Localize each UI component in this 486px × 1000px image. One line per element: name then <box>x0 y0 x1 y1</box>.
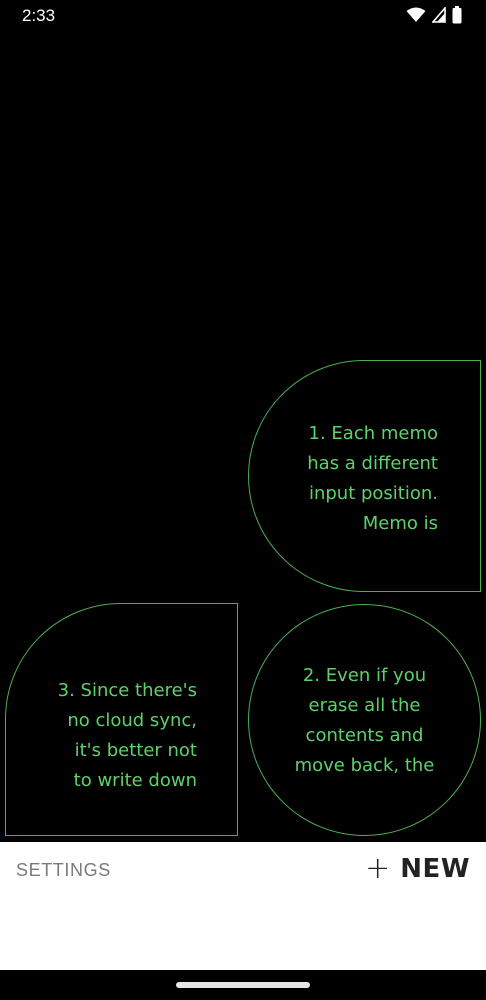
memo-card-1[interactable]: 1. Each memo has a different input posit… <box>248 360 481 592</box>
app-screen: 2:33 1. Each memo has a different input … <box>0 0 486 1000</box>
memo-text: 1. Each memo has a different input posit… <box>307 423 438 534</box>
settings-button[interactable]: SETTINGS <box>16 860 111 881</box>
memo-card-3[interactable]: 3. Since there's no cloud sync, it's bet… <box>5 603 238 836</box>
home-indicator[interactable] <box>176 982 310 988</box>
bottom-panel: SETTINGS + NEW <box>0 842 486 970</box>
new-label: NEW <box>400 854 470 884</box>
memo-card-2[interactable]: 2. Even if you erase all the contents an… <box>248 604 481 836</box>
status-time: 2:33 <box>22 6 56 25</box>
battery-icon <box>452 6 462 24</box>
new-memo-button[interactable]: + NEW <box>365 851 470 886</box>
wifi-icon <box>406 7 426 23</box>
memo-text: 2. Even if you erase all the contents an… <box>294 665 435 776</box>
status-icons <box>406 6 462 24</box>
memo-text: 3. Since there's no cloud sync, it's bet… <box>57 680 197 791</box>
plus-icon: + <box>365 851 391 886</box>
signal-icon <box>432 7 446 23</box>
navigation-bar <box>0 970 486 1000</box>
status-bar: 2:33 <box>0 0 486 34</box>
